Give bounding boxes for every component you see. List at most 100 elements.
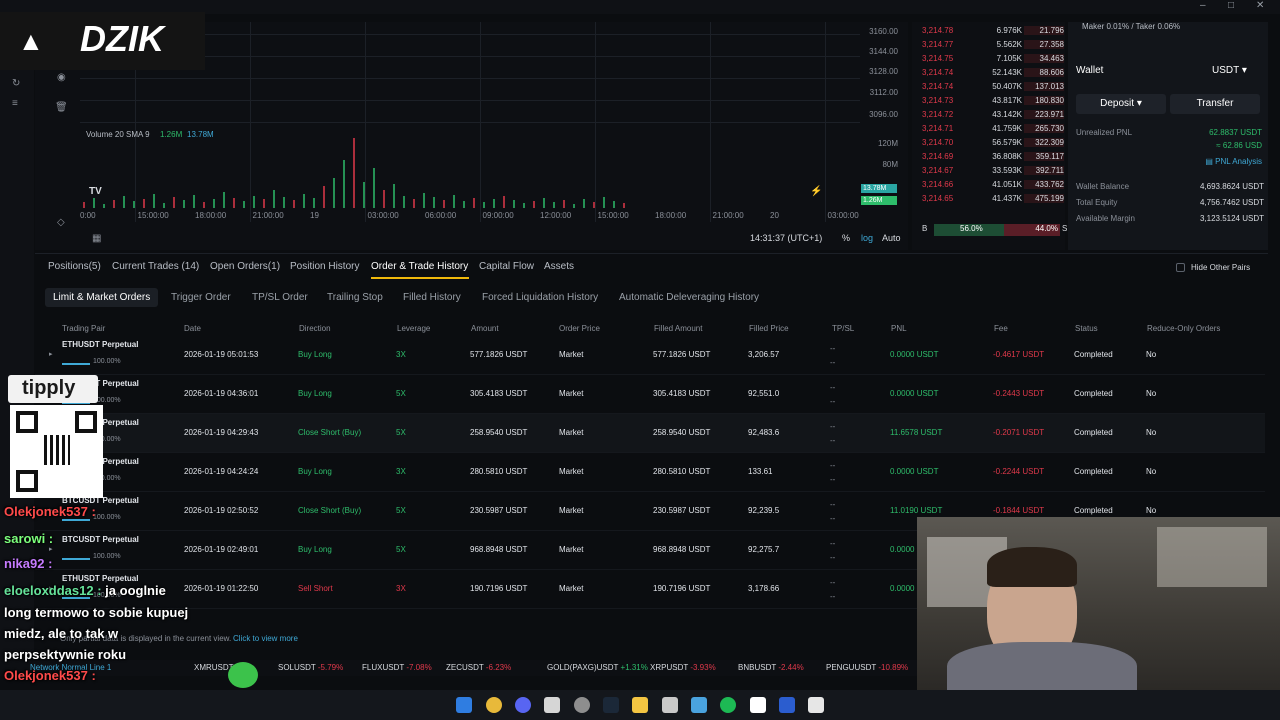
volume-bar — [363, 182, 365, 208]
volume-bar — [303, 194, 305, 208]
tab-order-trade-history[interactable]: Order & Trade History — [371, 261, 468, 272]
orderbook-row[interactable]: 3,214.69 36.808K 359.117 — [912, 152, 1065, 165]
maximize-icon[interactable]: □ — [1228, 0, 1234, 11]
order-book: 3,214.78 6.976K 21.796 3,214.77 5.562K 27.358… — [912, 22, 1067, 250]
ticker-item[interactable]: PENGUUSDT -10.89% — [826, 663, 908, 672]
ticker-item[interactable]: ZECUSDT -6.23% — [446, 663, 511, 672]
subtab-tpsl-order[interactable]: TP/SL Order — [252, 292, 308, 303]
header-order-price[interactable]: Order Price — [559, 324, 600, 333]
orderbook-row[interactable]: 3,214.74 50.407K 137.013 — [912, 82, 1065, 95]
chevron-down-icon: ▾ — [1241, 65, 1247, 76]
app-icon[interactable] — [544, 697, 560, 713]
steam-icon[interactable] — [603, 697, 619, 713]
orderbook-row[interactable]: 3,214.73 43.817K 180.830 — [912, 96, 1065, 109]
orderbook-row[interactable]: 3,214.72 43.142K 223.971 — [912, 110, 1065, 123]
lightning-icon[interactable]: ⚡ — [810, 186, 822, 197]
folder-icon[interactable] — [632, 697, 648, 713]
table-row[interactable]: ▸SOLUSDT Perpetual100.00%2026-01-19 04:2… — [35, 453, 1265, 492]
header-trading-pair[interactable]: Trading Pair — [62, 324, 105, 333]
tab-assets[interactable]: Assets — [544, 261, 574, 272]
ob-amount: 56.579K — [992, 138, 1022, 147]
obs-icon[interactable] — [574, 697, 590, 713]
orderbook-row[interactable]: 3,214.67 33.593K 392.711 — [912, 166, 1065, 179]
order-status: Completed — [1074, 506, 1113, 515]
ticker-item[interactable]: FLUXUSDT -7.08% — [362, 663, 432, 672]
orderbook-row[interactable]: 3,214.66 41.051K 433.762 — [912, 180, 1065, 193]
subtab-trailing-stop[interactable]: Trailing Stop — [327, 292, 383, 303]
orderbook-row[interactable]: 3,214.75 7.105K 34.463 — [912, 54, 1065, 67]
app-icon[interactable] — [662, 697, 678, 713]
tab-current-trades[interactable]: Current Trades (14) — [112, 261, 199, 272]
orderbook-row[interactable]: 3,214.70 56.579K 322.309 — [912, 138, 1065, 151]
minimize-icon[interactable]: – — [1200, 0, 1206, 11]
spotify-icon[interactable] — [720, 697, 736, 713]
start-icon[interactable] — [456, 697, 472, 713]
tab-position-history[interactable]: Position History — [290, 261, 359, 272]
volume-bar — [513, 200, 515, 208]
header-direction[interactable]: Direction — [299, 324, 331, 333]
volume-bar — [203, 202, 205, 208]
order-leverage: 5X — [396, 389, 406, 398]
tab-positions[interactable]: Positions(5) — [48, 261, 101, 272]
expand-chevron-icon[interactable]: ▸ — [49, 350, 53, 358]
order-date: 2026-01-19 04:29:43 — [184, 428, 259, 437]
subtab-trigger-order[interactable]: Trigger Order — [171, 292, 231, 303]
chrome-icon[interactable] — [486, 697, 502, 713]
auto-toggle[interactable]: Auto — [882, 233, 901, 243]
transfer-button[interactable]: Transfer — [1170, 94, 1260, 114]
header-fee: Fee — [994, 324, 1008, 333]
subtab-auto-deleveraging[interactable]: Automatic Deleveraging History — [619, 292, 759, 303]
eye-icon[interactable]: ◉ — [57, 72, 66, 83]
ticker-item[interactable]: GOLD(PAXG)USDT +1.31% — [547, 663, 648, 672]
tab-open-orders[interactable]: Open Orders(1) — [210, 261, 280, 272]
order-amount: 230.5987 USDT — [470, 506, 528, 515]
ticker-change: -5.79% — [317, 663, 344, 672]
filled-price: 3,178.66 — [748, 584, 780, 593]
subtab-limit-market[interactable]: Limit & Market Orders — [45, 288, 159, 307]
orderbook-row[interactable]: 3,214.74 52.143K 88.606 — [912, 68, 1065, 81]
orderbook-row[interactable]: 3,214.77 5.562K 27.358 — [912, 40, 1065, 53]
table-row[interactable]: ▸BTCUSDT Perpetual100.00%2026-01-19 04:2… — [35, 414, 1265, 453]
time-tick: 12:00:00 — [540, 211, 572, 220]
header-date[interactable]: Date — [184, 324, 201, 333]
chat-message: sarowi : — [4, 531, 53, 546]
app-icon[interactable] — [750, 697, 766, 713]
ob-total: 392.711 — [1024, 166, 1064, 175]
header-status[interactable]: Status — [1075, 324, 1098, 333]
tab-capital-flow[interactable]: Capital Flow — [479, 261, 534, 272]
view-more-link[interactable]: Click to view more — [233, 634, 298, 643]
discord-icon[interactable] — [515, 697, 531, 713]
table-row[interactable]: ▸ ETHUSDT Perpetual 100.00% 2026-01-19 05:0… — [35, 336, 1265, 375]
chat-user: sarowi : — [4, 531, 54, 546]
menu-icon[interactable]: ≡ — [12, 98, 18, 109]
notepad-icon[interactable] — [808, 697, 824, 713]
ticker-item[interactable]: XRPUSDT -3.93% — [650, 663, 716, 672]
pnl-analysis-link[interactable]: ▤ PNL Analysis — [1205, 157, 1262, 166]
currency-select[interactable]: USDT ▾ — [1212, 65, 1247, 76]
order-leverage: 3X — [396, 350, 406, 359]
ob-price: 3,214.69 — [922, 152, 954, 161]
close-icon[interactable]: ✕ — [1256, 0, 1264, 11]
layers-icon[interactable]: ◇ — [57, 217, 65, 228]
order-direction: Buy Long — [298, 545, 332, 554]
deposit-button[interactable]: Deposit ▾ — [1076, 94, 1166, 114]
refresh-icon[interactable]: ↻ — [12, 78, 20, 89]
orderbook-row[interactable]: 3,214.78 6.976K 21.796 — [912, 26, 1065, 39]
ticker-item[interactable]: BNBUSDT -2.44% — [738, 663, 804, 672]
subtab-forced-liquidation[interactable]: Forced Liquidation History — [482, 292, 598, 303]
volume-bar — [393, 184, 395, 208]
orderbook-row[interactable]: 3,214.65 41.437K 475.199 — [912, 194, 1065, 207]
subtab-filled-history[interactable]: Filled History — [403, 292, 461, 303]
percent-toggle[interactable]: % — [842, 233, 850, 243]
orderbook-row[interactable]: 3,214.71 41.759K 265.730 — [912, 124, 1065, 137]
app-icon[interactable] — [779, 697, 795, 713]
fee-note: Maker 0.01% / Taker 0.06% — [1082, 22, 1181, 31]
trash-icon[interactable]: 🗑 — [55, 102, 68, 113]
hide-pairs-checkbox[interactable] — [1176, 263, 1185, 272]
calendar-icon[interactable]: ▦ — [92, 233, 101, 244]
app-icon[interactable] — [691, 697, 707, 713]
ticker-item[interactable]: SOLUSDT -5.79% — [278, 663, 343, 672]
log-toggle[interactable]: log — [861, 233, 873, 243]
table-row[interactable]: ▸BTCUSDT Perpetual100.00%2026-01-19 04:3… — [35, 375, 1265, 414]
chat-message: Olekjonek537 : — [4, 668, 96, 683]
